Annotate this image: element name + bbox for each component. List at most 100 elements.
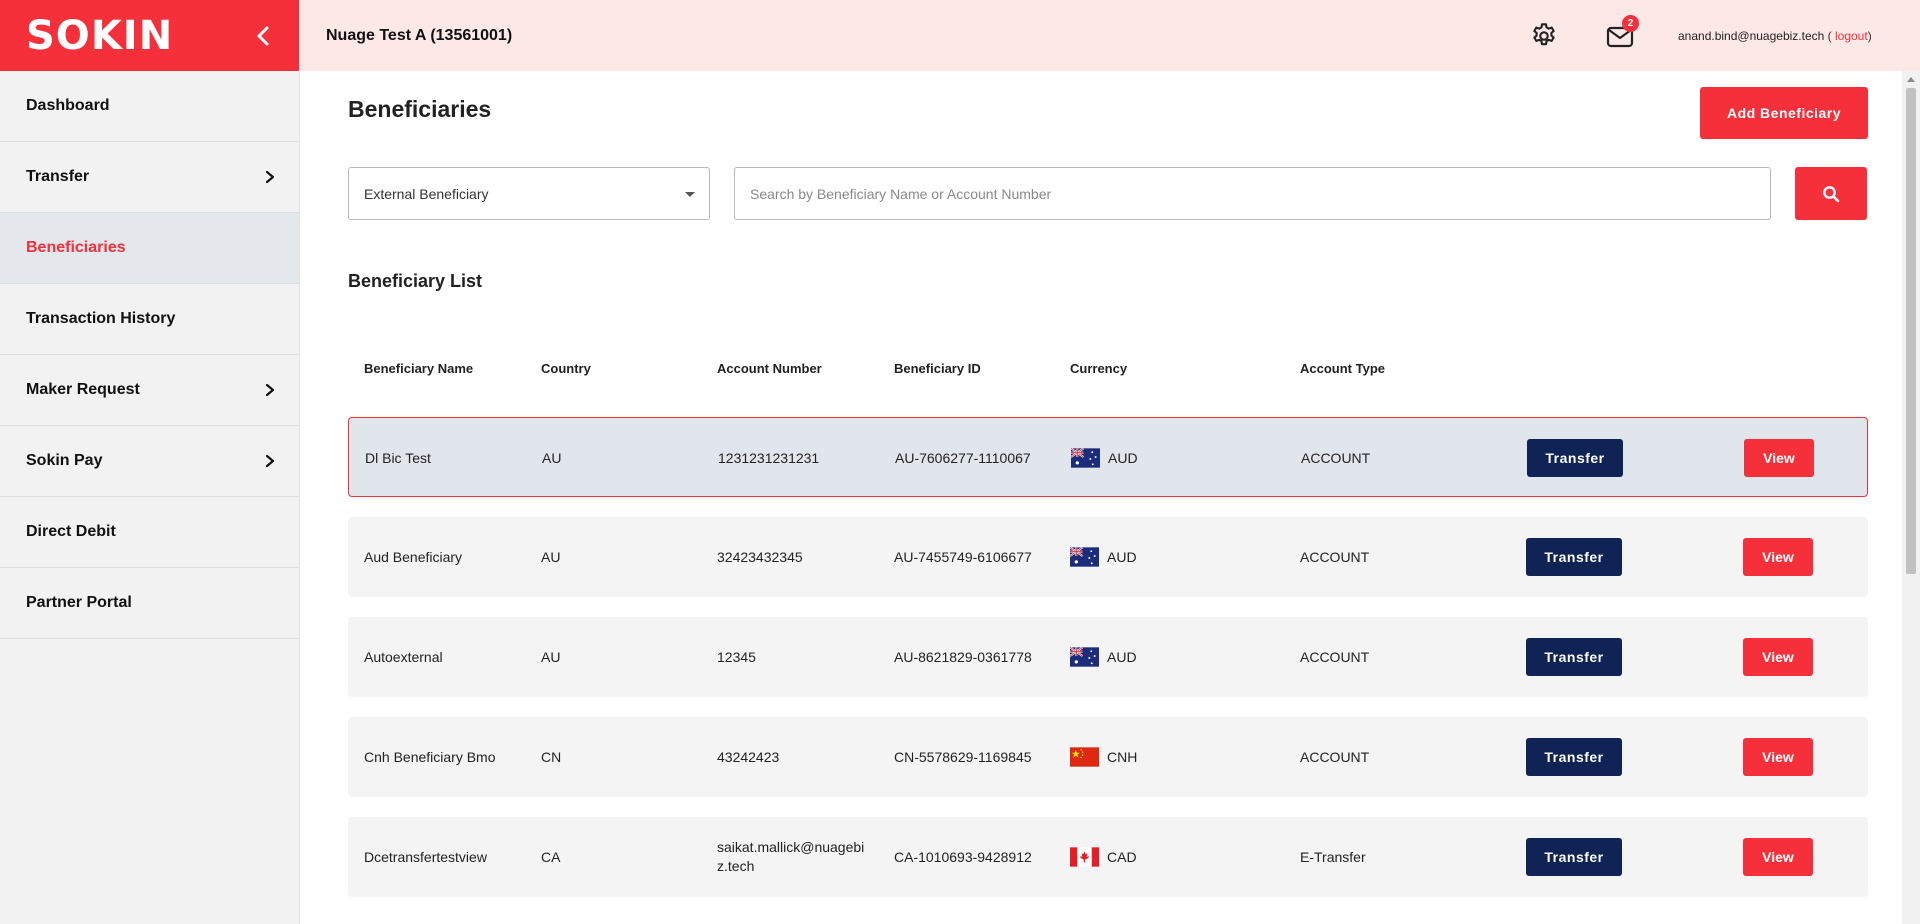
view-button[interactable]: View [1743,738,1813,776]
chevron-right-icon [265,454,275,468]
sidebar-item-label: Maker Request [26,381,140,398]
country-cell: CN [541,717,561,797]
country-cell: AU [542,418,561,498]
view-button[interactable]: View [1743,838,1813,876]
country-cell: AU [541,617,560,697]
view-button[interactable]: View [1743,638,1813,676]
sidebar-item-label: Transfer [26,168,90,185]
beneficiary-id-cell: AU-7606277-1110067 [895,418,1031,498]
sidebar-item-beneficiaries[interactable]: Beneficiaries [0,213,299,284]
beneficiary-name-cell: Dl Bic Test [365,418,431,498]
search-input[interactable] [734,167,1771,220]
australia-flag-icon [1069,646,1099,667]
chevron-right-icon [265,170,275,184]
sidebar-item-label: Transaction History [26,310,176,327]
sidebar-item-partner-portal[interactable]: Partner Portal [0,568,299,639]
table-header: Beneficiary Name Country Account Number … [348,361,1868,383]
column-header-country: Country [541,361,591,376]
transfer-button[interactable]: Transfer [1526,538,1622,576]
table-row[interactable]: Dcetransfertestview CA saikat.mallick@nuag… [348,817,1868,897]
account-number-cell-text: 12345 [717,648,756,665]
sidebar-item-maker-request[interactable]: Maker Request [0,355,299,426]
table-row[interactable]: Autoexternal AU 12345 AU-8621829-0361778 AUD… [348,617,1868,697]
beneficiary-name-cell: Cnh Beneficiary Bmo [364,717,496,797]
logout-link[interactable]: logout [1835,29,1868,43]
account-number-cell: 12345 [717,617,756,697]
country-cell-text: CN [541,749,562,765]
country-cell: CA [541,817,560,897]
beneficiary-type-select[interactable]: External Beneficiary [348,167,710,220]
currency-cell: AUD [1069,617,1137,697]
beneficiary-id-cell-text: AU-7455749-6106677 [894,549,1032,565]
paren-close: ) [1867,28,1872,43]
currency-cell-text: AUD [1107,549,1137,565]
top-header: Nuage Test A (13561001) 2 anand.bind@nua… [300,0,1920,71]
account-number-cell: 43242423 [717,717,779,797]
page-title: Beneficiaries [348,96,492,122]
country-cell-text: AU [542,450,562,466]
account-number-cell-text: saikat.mallick@nuagebiz.tech [717,839,865,874]
account-type-cell: ACCOUNT [1300,617,1369,697]
account-number-cell: 32423432345 [717,517,803,597]
search-button[interactable] [1795,167,1867,220]
beneficiary-id-cell: CA-1010693-9428912 [894,817,1032,897]
table-row[interactable]: Dl Bic Test AU 1231231231231 AU-7606277-111… [348,417,1868,497]
beneficiary-id-cell: AU-8621829-0361778 [894,617,1032,697]
sidebar-item-transfer[interactable]: Transfer [0,142,299,213]
sidebar-item-direct-debit[interactable]: Direct Debit [0,497,299,568]
column-header-name: Beneficiary Name [364,361,474,376]
transfer-button[interactable]: Transfer [1526,738,1622,776]
chevron-left-icon [257,26,269,45]
sidebar-item-label: Direct Debit [26,523,116,540]
scroll-thumb[interactable] [1906,88,1916,574]
beneficiary-name-cell-text: Dl Bic Test [365,450,431,466]
table-row[interactable]: Cnh Beneficiary Bmo CN 43242423 CN-5578629-… [348,717,1868,797]
gear-icon[interactable] [1530,22,1558,50]
chevron-right-icon [265,383,275,397]
account-type-cell: ACCOUNT [1301,418,1370,498]
account-type-cell-text: ACCOUNT [1300,749,1370,765]
canada-flag-icon [1070,847,1099,867]
beneficiary-name-cell: Aud Beneficiary [364,517,462,597]
paren-open: ( [1827,28,1832,43]
collapse-sidebar-button[interactable] [251,24,275,48]
view-button[interactable]: View [1744,439,1814,477]
sidebar-item-label: Partner Portal [26,594,132,611]
account-type-cell: E-Transfer [1300,817,1366,897]
user-info: anand.bind@nuagebiz.tech ( logout) [1678,29,1872,43]
transfer-button[interactable]: Transfer [1526,638,1622,676]
main-content: Beneficiaries Add Beneficiary External B… [300,71,1902,924]
sidebar-item-transaction-history[interactable]: Transaction History [0,284,299,355]
column-header-currency: Currency [1070,361,1128,376]
account-number-cell: saikat.mallick@nuagebiz.tech [717,817,867,897]
column-header-account-number: Account Number [717,361,822,376]
account-number-cell-text: 32423432345 [717,548,803,565]
sidebar-item-sokin-pay[interactable]: Sokin Pay [0,426,299,497]
add-beneficiary-button[interactable]: Add Beneficiary [1700,87,1868,139]
sokin-logo[interactable]: SOKIN [26,13,173,59]
beneficiary-id-cell-text: AU-7606277-1110067 [895,450,1031,466]
currency-cell: AUD [1069,517,1137,597]
australia-flag-icon [1069,546,1099,567]
beneficiary-name-cell: Dcetransfertestview [364,817,487,897]
beneficiary-name-cell-text: Aud Beneficiary [364,549,463,565]
country-cell-text: AU [541,549,561,565]
view-button[interactable]: View [1743,538,1813,576]
transfer-button[interactable]: Transfer [1526,838,1622,876]
currency-cell-text: AUD [1108,450,1138,466]
table-row[interactable]: Aud Beneficiary AU 32423432345 AU-7455749-6… [348,517,1868,597]
beneficiary-name-cell-text: Cnh Beneficiary Bmo [364,749,496,765]
account-type-cell-text: E-Transfer [1300,849,1366,865]
beneficiary-name-cell-text: Dcetransfertestview [364,849,487,865]
transfer-button[interactable]: Transfer [1527,439,1623,477]
currency-cell: CAD [1070,817,1137,897]
notification-badge: 2 [1622,15,1639,32]
sidebar-item-dashboard[interactable]: Dashboard [0,71,299,142]
page-scrollbar[interactable] [1902,71,1920,924]
scroll-up-arrow-icon[interactable] [1907,77,1915,82]
sidebar: SOKIN Dashboard Transfer Beneficiaries Tran… [0,0,300,924]
beneficiary-list-title: Beneficiary List [348,271,483,291]
sidebar-item-label: Beneficiaries [26,239,126,256]
caret-down-icon [685,192,695,197]
organization-name: Nuage Test A (13561001) [326,26,513,44]
